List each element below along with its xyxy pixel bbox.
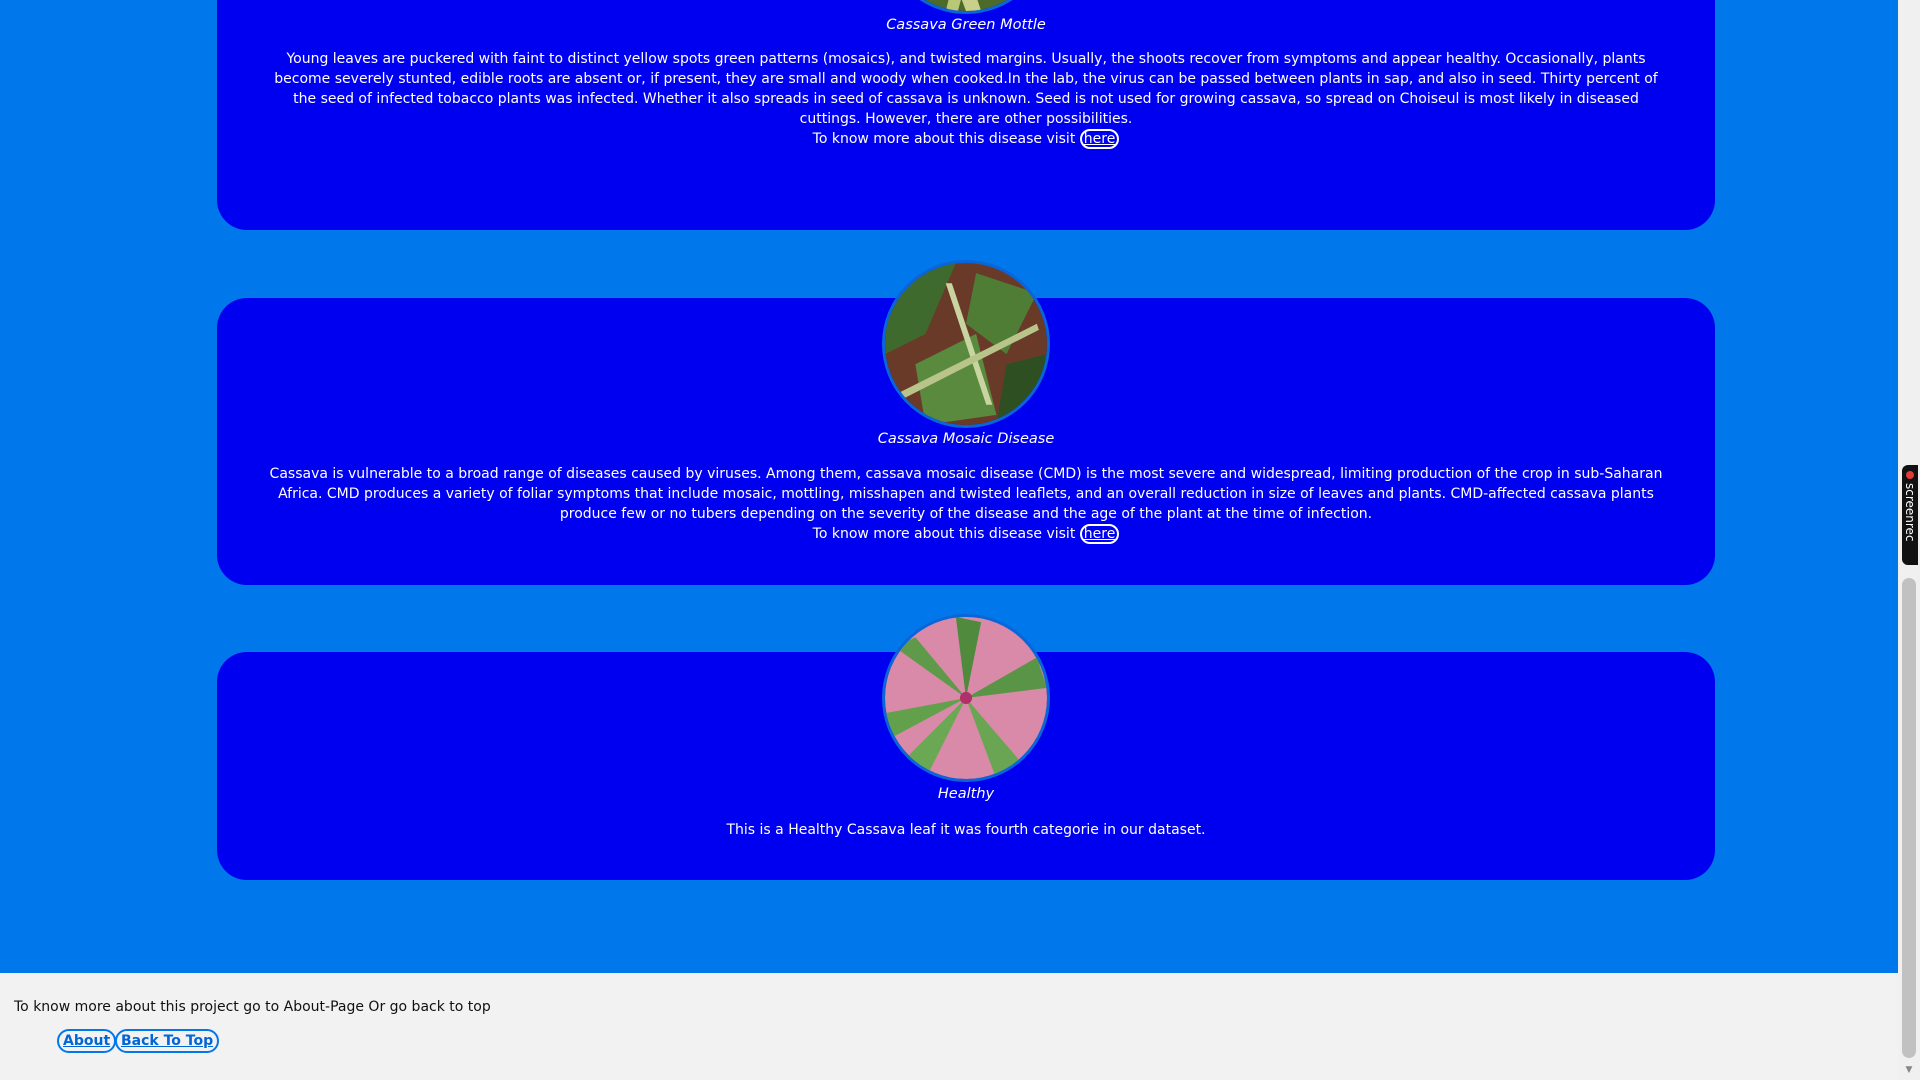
card-title: Healthy — [937, 786, 995, 802]
green-mottle-leaf-image — [882, 0, 1050, 14]
mosaic-leaf-image — [882, 260, 1050, 428]
page-viewport: Cassava Green Mottle Young leaves are pu… — [0, 0, 1898, 1080]
card-title: Cassava Green Mottle — [886, 17, 1046, 33]
record-dot-icon — [1906, 471, 1914, 479]
visit-text: To know more about this disease visit — [812, 131, 1076, 147]
card-description: Young leaves are puckered with faint to … — [267, 49, 1665, 149]
scroll-down-arrow-icon[interactable]: ▼ — [1898, 1060, 1920, 1080]
visit-line: To know more about this disease visit he… — [267, 129, 1665, 149]
card-title: Cassava Mosaic Disease — [877, 431, 1055, 447]
screen-recorder-badge[interactable]: screenrec — [1902, 465, 1918, 565]
footer-text: To know more about this project go to Ab… — [14, 999, 491, 1015]
scrollbar-thumb[interactable] — [1902, 578, 1916, 1058]
recorder-label: screenrec — [1903, 483, 1917, 542]
description-text: Cassava is vulnerable to a broad range o… — [269, 466, 1663, 522]
card-description: This is a Healthy Cassava leaf it was fo… — [726, 822, 1206, 838]
healthy-leaf-image — [882, 614, 1050, 782]
here-link[interactable]: here — [1079, 129, 1120, 149]
card-description: Cassava is vulnerable to a broad range o… — [267, 464, 1665, 544]
visit-line: To know more about this disease visit he… — [267, 524, 1665, 544]
footer: To know more about this project go to Ab… — [0, 973, 1898, 1080]
about-button[interactable]: About — [57, 1029, 117, 1053]
here-link[interactable]: here — [1079, 524, 1120, 544]
disease-card-green-mottle: Cassava Green Mottle Young leaves are pu… — [217, 0, 1715, 230]
healthy-card: Healthy This is a Healthy Cassava leaf i… — [217, 614, 1715, 880]
visit-text: To know more about this disease visit — [812, 526, 1076, 542]
back-to-top-button[interactable]: Back To Top — [115, 1029, 220, 1053]
description-text: Young leaves are puckered with faint to … — [274, 51, 1658, 127]
disease-card-mosaic: Cassava Mosaic Disease Cassava is vulner… — [217, 260, 1715, 585]
main-section: Cassava Green Mottle Young leaves are pu… — [0, 0, 1898, 973]
